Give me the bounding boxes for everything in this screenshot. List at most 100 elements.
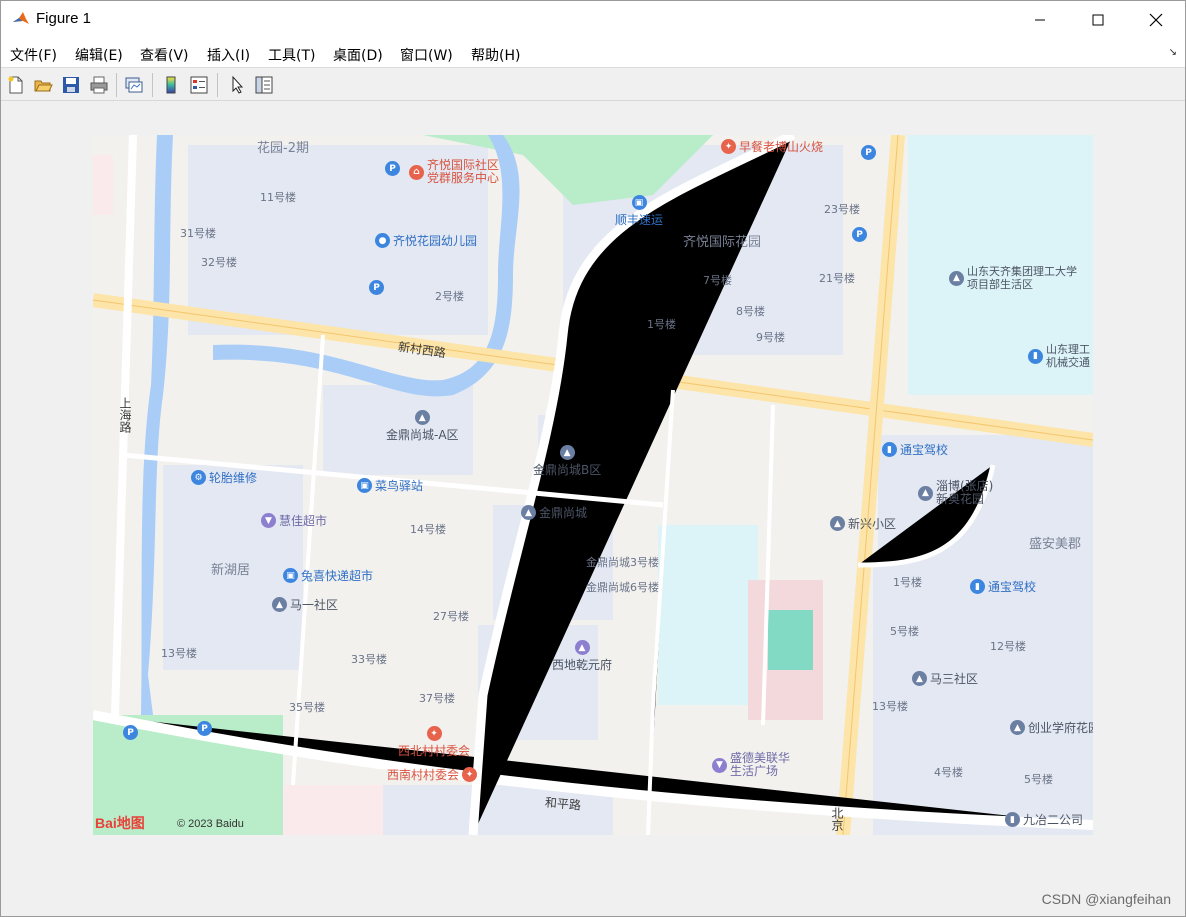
menu-file[interactable]: 文件(F) xyxy=(10,45,57,65)
new-figure-button[interactable] xyxy=(4,73,28,97)
save-button[interactable] xyxy=(59,73,83,97)
legend-button[interactable] xyxy=(187,73,211,97)
driving-school-icon: ▮ xyxy=(882,442,897,457)
map-copyright: © 2023 Baidu xyxy=(177,818,244,830)
parking-icon: P xyxy=(852,227,867,242)
residence-icon: ▲ xyxy=(574,640,590,655)
building-icon: ▲ xyxy=(949,270,964,286)
poi-tire[interactable]: ⚙ 轮胎维修 xyxy=(191,469,257,486)
poi-xinxing[interactable]: ▲ 新兴小区 xyxy=(830,515,896,532)
figure-window: Figure 1 文件(F) 编辑(E) 查看(V) 插入(I) 工具(T) 桌… xyxy=(0,0,1186,917)
parking-marker[interactable]: P xyxy=(852,227,867,242)
poi-xinan[interactable]: ✦ 西南村村委会 xyxy=(387,766,478,783)
poi-jinding[interactable]: ▲ 金鼎尚城 xyxy=(521,504,587,521)
toolbar xyxy=(1,69,1185,101)
link-plot-button[interactable] xyxy=(122,73,146,97)
residence-icon: ▲ xyxy=(830,516,845,531)
legend-icon xyxy=(190,76,208,94)
residence-icon: ▲ xyxy=(559,445,575,460)
map-image[interactable]: 新村西路 上海路 和平路 北京 花园-2期 齐悦国际花园 新湖居 盛安美郡 11… xyxy=(93,135,1093,835)
building-label: 5号楼 xyxy=(1024,773,1053,786)
building-label: 1号楼 xyxy=(893,576,922,589)
pointer-button[interactable] xyxy=(225,73,249,97)
menu-tools[interactable]: 工具(T) xyxy=(268,45,315,65)
toolbar-separator xyxy=(152,73,153,97)
toolbar-separator xyxy=(116,73,117,97)
save-icon xyxy=(63,77,79,93)
poi-chuangye[interactable]: ▲ 创业学府花园 xyxy=(1010,719,1093,736)
maximize-button[interactable] xyxy=(1069,1,1127,39)
poi-tongbao-2[interactable]: ▮ 通宝驾校 xyxy=(970,578,1036,595)
colorbar-button[interactable] xyxy=(159,73,183,97)
poi-sdut-ganbu[interactable]: ▲ 山东天齐集团理工大学 项目部生活区 xyxy=(949,265,1077,291)
building-label: 12号楼 xyxy=(990,640,1026,653)
poi-jinding-a[interactable]: ▲ 金鼎尚城-A区 xyxy=(386,410,459,443)
menu-edit[interactable]: 编辑(E) xyxy=(75,45,123,65)
building-label: 35号楼 xyxy=(289,701,325,714)
parking-marker[interactable]: P xyxy=(123,725,138,740)
poi-shengde[interactable]: ▼ 盛德美联华 生活广场 xyxy=(712,752,790,778)
residence-icon: ▲ xyxy=(912,671,927,686)
poi-ma3[interactable]: ▲ 马三社区 xyxy=(912,670,978,687)
print-button[interactable] xyxy=(87,73,111,97)
building-label: 14号楼 xyxy=(410,523,446,536)
poi-breakfast[interactable]: ✦ 早餐老博山火烧 xyxy=(721,138,823,155)
poi-tuxi[interactable]: ▣ 兔喜快递超市 xyxy=(283,567,373,584)
menu-bar: 文件(F) 编辑(E) 查看(V) 插入(I) 工具(T) 桌面(D) 窗口(W… xyxy=(1,39,1185,68)
building-label: 13号楼 xyxy=(872,700,908,713)
menu-desktop[interactable]: 桌面(D) xyxy=(333,45,383,65)
building-label: 8号楼 xyxy=(736,305,765,318)
poi-tongbao-1[interactable]: ▮ 通宝驾校 xyxy=(882,441,948,458)
poi-jiuye[interactable]: ▮ 九冶二公司 xyxy=(1005,811,1083,828)
close-icon xyxy=(1149,13,1163,27)
shopping-icon: ▼ xyxy=(712,757,727,773)
menu-window[interactable]: 窗口(W) xyxy=(400,45,453,65)
link-plot-icon xyxy=(125,77,143,93)
government-icon: ✦ xyxy=(426,726,442,741)
parking-icon: P xyxy=(369,280,384,295)
parking-marker[interactable]: P xyxy=(197,721,212,736)
block-clinic xyxy=(283,785,383,835)
building-label: 金鼎尚城6号楼 xyxy=(586,581,659,594)
menu-insert[interactable]: 插入(I) xyxy=(207,45,250,65)
delivery-icon: ▣ xyxy=(283,568,298,583)
baidu-map-logo: Bai地图 xyxy=(95,815,145,831)
building-label: 7号楼 xyxy=(703,274,732,287)
home-icon: ⌂ xyxy=(409,164,424,180)
building-label: 13号楼 xyxy=(161,647,197,660)
minimize-button[interactable] xyxy=(1011,1,1069,39)
road-label-heping: 和平路 xyxy=(544,795,582,813)
driving-school-icon: ▮ xyxy=(970,579,985,594)
delivery-icon: ▣ xyxy=(631,195,647,210)
poi-qiyue-party[interactable]: ⌂ 齐悦国际社区 党群服务中心 xyxy=(409,159,499,185)
menu-view[interactable]: 查看(V) xyxy=(140,45,189,65)
parking-marker[interactable]: P xyxy=(861,145,876,160)
parking-marker[interactable]: P xyxy=(369,280,384,295)
building-icon: ▮ xyxy=(1005,812,1020,827)
colorbar-icon xyxy=(166,76,176,94)
toolbar-separator xyxy=(217,73,218,97)
poi-sdut-mech[interactable]: ▮ 山东理工 机械交通 xyxy=(1028,343,1090,369)
building-label: 37号楼 xyxy=(419,692,455,705)
close-button[interactable] xyxy=(1127,1,1185,39)
pointer-icon xyxy=(232,75,244,94)
road-label-beijing: 北京 xyxy=(830,807,844,831)
building-label: 5号楼 xyxy=(890,625,919,638)
poi-qiyue-kinder[interactable]: ● 齐悦花园幼儿园 xyxy=(375,232,477,249)
poi-cainiao[interactable]: ▣ 菜鸟驿站 xyxy=(357,477,423,494)
poi-zibo[interactable]: ▲ 淄博(张店) 新奥花园 xyxy=(918,480,993,506)
menu-help[interactable]: 帮助(H) xyxy=(471,45,520,65)
parking-marker[interactable]: P xyxy=(385,161,400,176)
plot-tools-button[interactable] xyxy=(252,73,276,97)
open-file-button[interactable] xyxy=(31,73,55,97)
poi-sf[interactable]: ▣ 顺丰速运 xyxy=(615,195,663,228)
poi-xidi[interactable]: ▲ 西地乾元府 xyxy=(552,640,612,673)
poi-jinding-b[interactable]: ▲ 金鼎尚城B区 xyxy=(533,445,601,478)
residence-icon: ▲ xyxy=(272,597,287,612)
poi-xibei[interactable]: ✦ 西北村村委会 xyxy=(398,726,470,759)
poi-huijia[interactable]: ▼ 慧佳超市 xyxy=(261,512,327,529)
poi-ma1[interactable]: ▲ 马一社区 xyxy=(272,596,338,613)
building-label: 27号楼 xyxy=(433,610,469,623)
watermark: CSDN @xiangfeihan xyxy=(1041,891,1171,907)
dock-arrow-icon[interactable]: ↘ xyxy=(1169,47,1177,58)
